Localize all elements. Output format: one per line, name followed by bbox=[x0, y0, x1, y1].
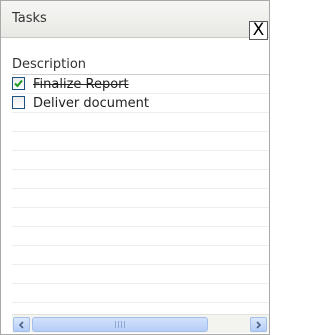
empty-row bbox=[12, 189, 269, 208]
horizontal-scrollbar[interactable] bbox=[12, 314, 269, 333]
empty-row bbox=[12, 208, 269, 227]
task-description: Finalize Report bbox=[33, 77, 129, 92]
task-checkbox[interactable] bbox=[12, 96, 25, 109]
grip-icon bbox=[115, 321, 125, 328]
column-header-description[interactable]: Description bbox=[12, 57, 86, 72]
task-checkbox[interactable] bbox=[12, 77, 25, 90]
arrow-left-icon bbox=[18, 320, 24, 329]
scroll-left-button[interactable] bbox=[13, 317, 30, 332]
scroll-right-button[interactable] bbox=[250, 317, 267, 332]
empty-row bbox=[12, 227, 269, 246]
checkmark-icon bbox=[14, 79, 23, 88]
empty-row bbox=[12, 170, 269, 189]
task-list: Finalize Report Deliver document bbox=[12, 75, 269, 313]
empty-row bbox=[12, 132, 269, 151]
empty-row bbox=[12, 246, 269, 265]
arrow-right-icon bbox=[256, 320, 262, 329]
close-icon: X bbox=[252, 20, 265, 40]
empty-row bbox=[12, 151, 269, 170]
scroll-thumb[interactable] bbox=[32, 317, 208, 332]
empty-row bbox=[12, 265, 269, 284]
title-bar: Tasks X bbox=[1, 1, 269, 40]
window-title: Tasks bbox=[12, 11, 47, 26]
tasks-window: Tasks X Description Finalize Report Deli… bbox=[0, 0, 270, 335]
table-row[interactable]: Deliver document bbox=[12, 94, 269, 113]
task-description: Deliver document bbox=[33, 96, 149, 111]
empty-row bbox=[12, 284, 269, 303]
close-button[interactable]: X bbox=[249, 21, 268, 40]
table-row[interactable]: Finalize Report bbox=[12, 75, 269, 94]
empty-row bbox=[12, 113, 269, 132]
